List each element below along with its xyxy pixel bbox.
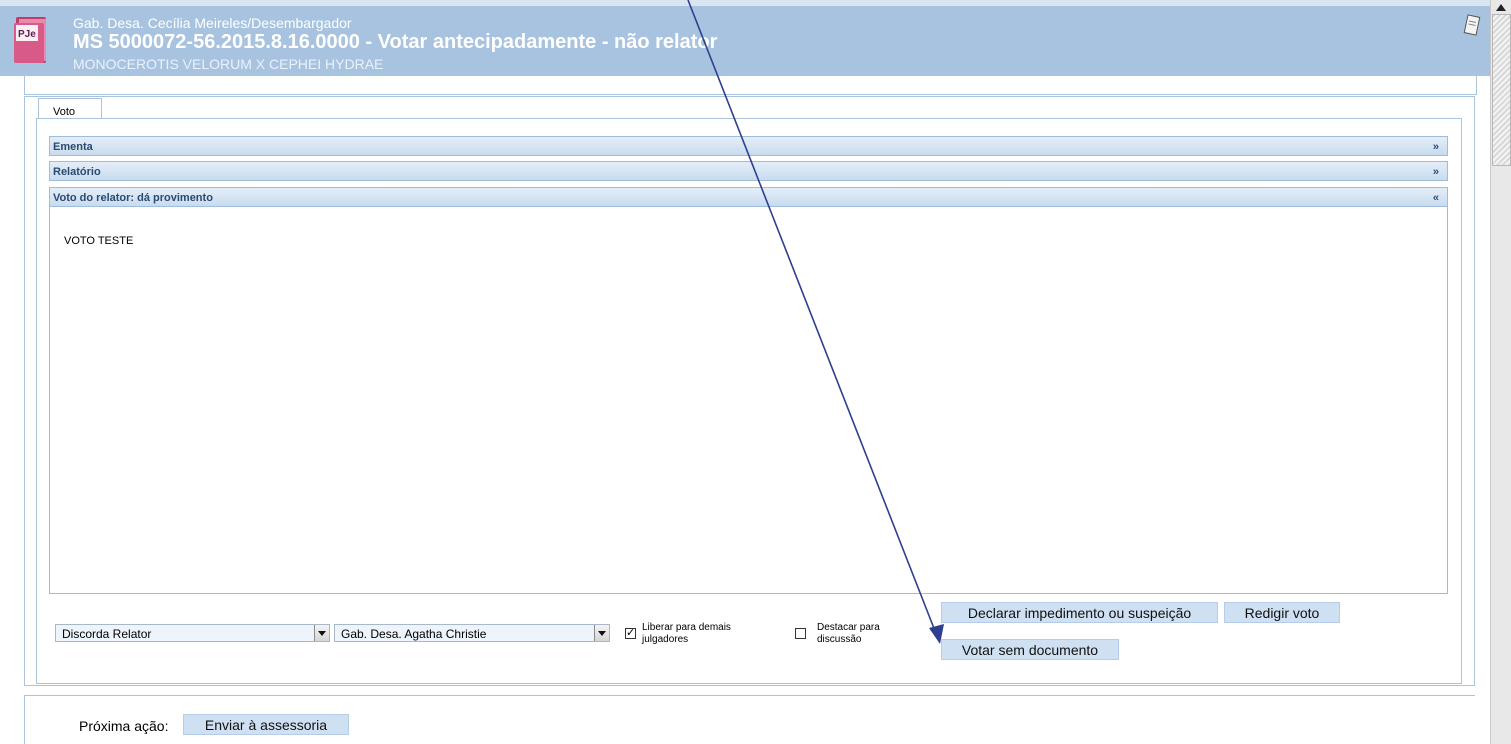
section-label: Ementa — [53, 141, 93, 153]
office-value: Gab. Desa. Agatha Christie — [341, 627, 487, 641]
section-relatorio[interactable]: Relatório » — [49, 161, 1448, 181]
highlight-label-line1: Destacar para — [817, 622, 880, 633]
expand-icon[interactable]: » — [1433, 141, 1439, 153]
vote-without-document-button[interactable]: Votar sem documento — [941, 639, 1119, 660]
chevron-down-icon[interactable] — [594, 625, 609, 641]
next-action-label: Próxima ação: — [79, 718, 169, 734]
highlight-label-line2: discussão — [817, 634, 862, 645]
expand-icon[interactable]: » — [1433, 166, 1439, 178]
scroll-thumb[interactable] — [1492, 14, 1511, 166]
release-label-line1: Liberar para demais — [642, 622, 731, 633]
page-title: MS 5000072-56.2015.8.16.0000 - Votar ant… — [73, 31, 718, 53]
vertical-scrollbar[interactable] — [1490, 0, 1511, 744]
notes-icon[interactable] — [1462, 14, 1482, 38]
declare-impediment-button[interactable]: Declarar impedimento ou suspeição — [941, 602, 1218, 623]
section-voto-relator[interactable]: Voto do relator: dá provimento « — [49, 187, 1448, 207]
section-label: Voto do relator: dá provimento — [53, 192, 213, 204]
page-header: PJe Gab. Desa. Cecília Meireles/Desembar… — [0, 0, 1490, 76]
highlight-checkbox-label: Destacar para discussão — [817, 622, 880, 646]
collapse-icon[interactable]: « — [1433, 192, 1439, 204]
vote-content-text: VOTO TESTE — [64, 235, 134, 247]
release-checkbox[interactable]: ✓ — [625, 628, 636, 639]
chevron-down-icon[interactable] — [314, 625, 329, 641]
draft-vote-button[interactable]: Redigir voto — [1224, 602, 1340, 623]
tab-voto[interactable]: Voto — [38, 98, 102, 118]
release-checkbox-label: Liberar para demais julgadores — [642, 622, 731, 646]
vote-content-area: VOTO TESTE — [49, 207, 1448, 594]
send-to-advisory-button[interactable]: Enviar à assessoria — [183, 714, 349, 735]
office-select[interactable]: Gab. Desa. Agatha Christie — [334, 624, 610, 642]
svg-text:PJe: PJe — [18, 29, 36, 40]
top-panel — [24, 76, 1477, 95]
section-label: Relatório — [53, 166, 101, 178]
section-ementa[interactable]: Ementa » — [49, 136, 1448, 156]
pje-logo-icon: PJe — [14, 17, 46, 63]
vote-type-select[interactable]: Discorda Relator — [55, 624, 330, 642]
scroll-up-icon[interactable] — [1496, 4, 1506, 11]
office-name: Gab. Desa. Cecília Meireles/Desembargado… — [73, 15, 352, 31]
case-parties: MONOCEROTIS VELORUM X CEPHEI HYDRAE — [73, 56, 384, 72]
vote-type-value: Discorda Relator — [62, 627, 152, 641]
highlight-checkbox[interactable] — [795, 628, 806, 639]
release-label-line2: julgadores — [642, 634, 689, 645]
